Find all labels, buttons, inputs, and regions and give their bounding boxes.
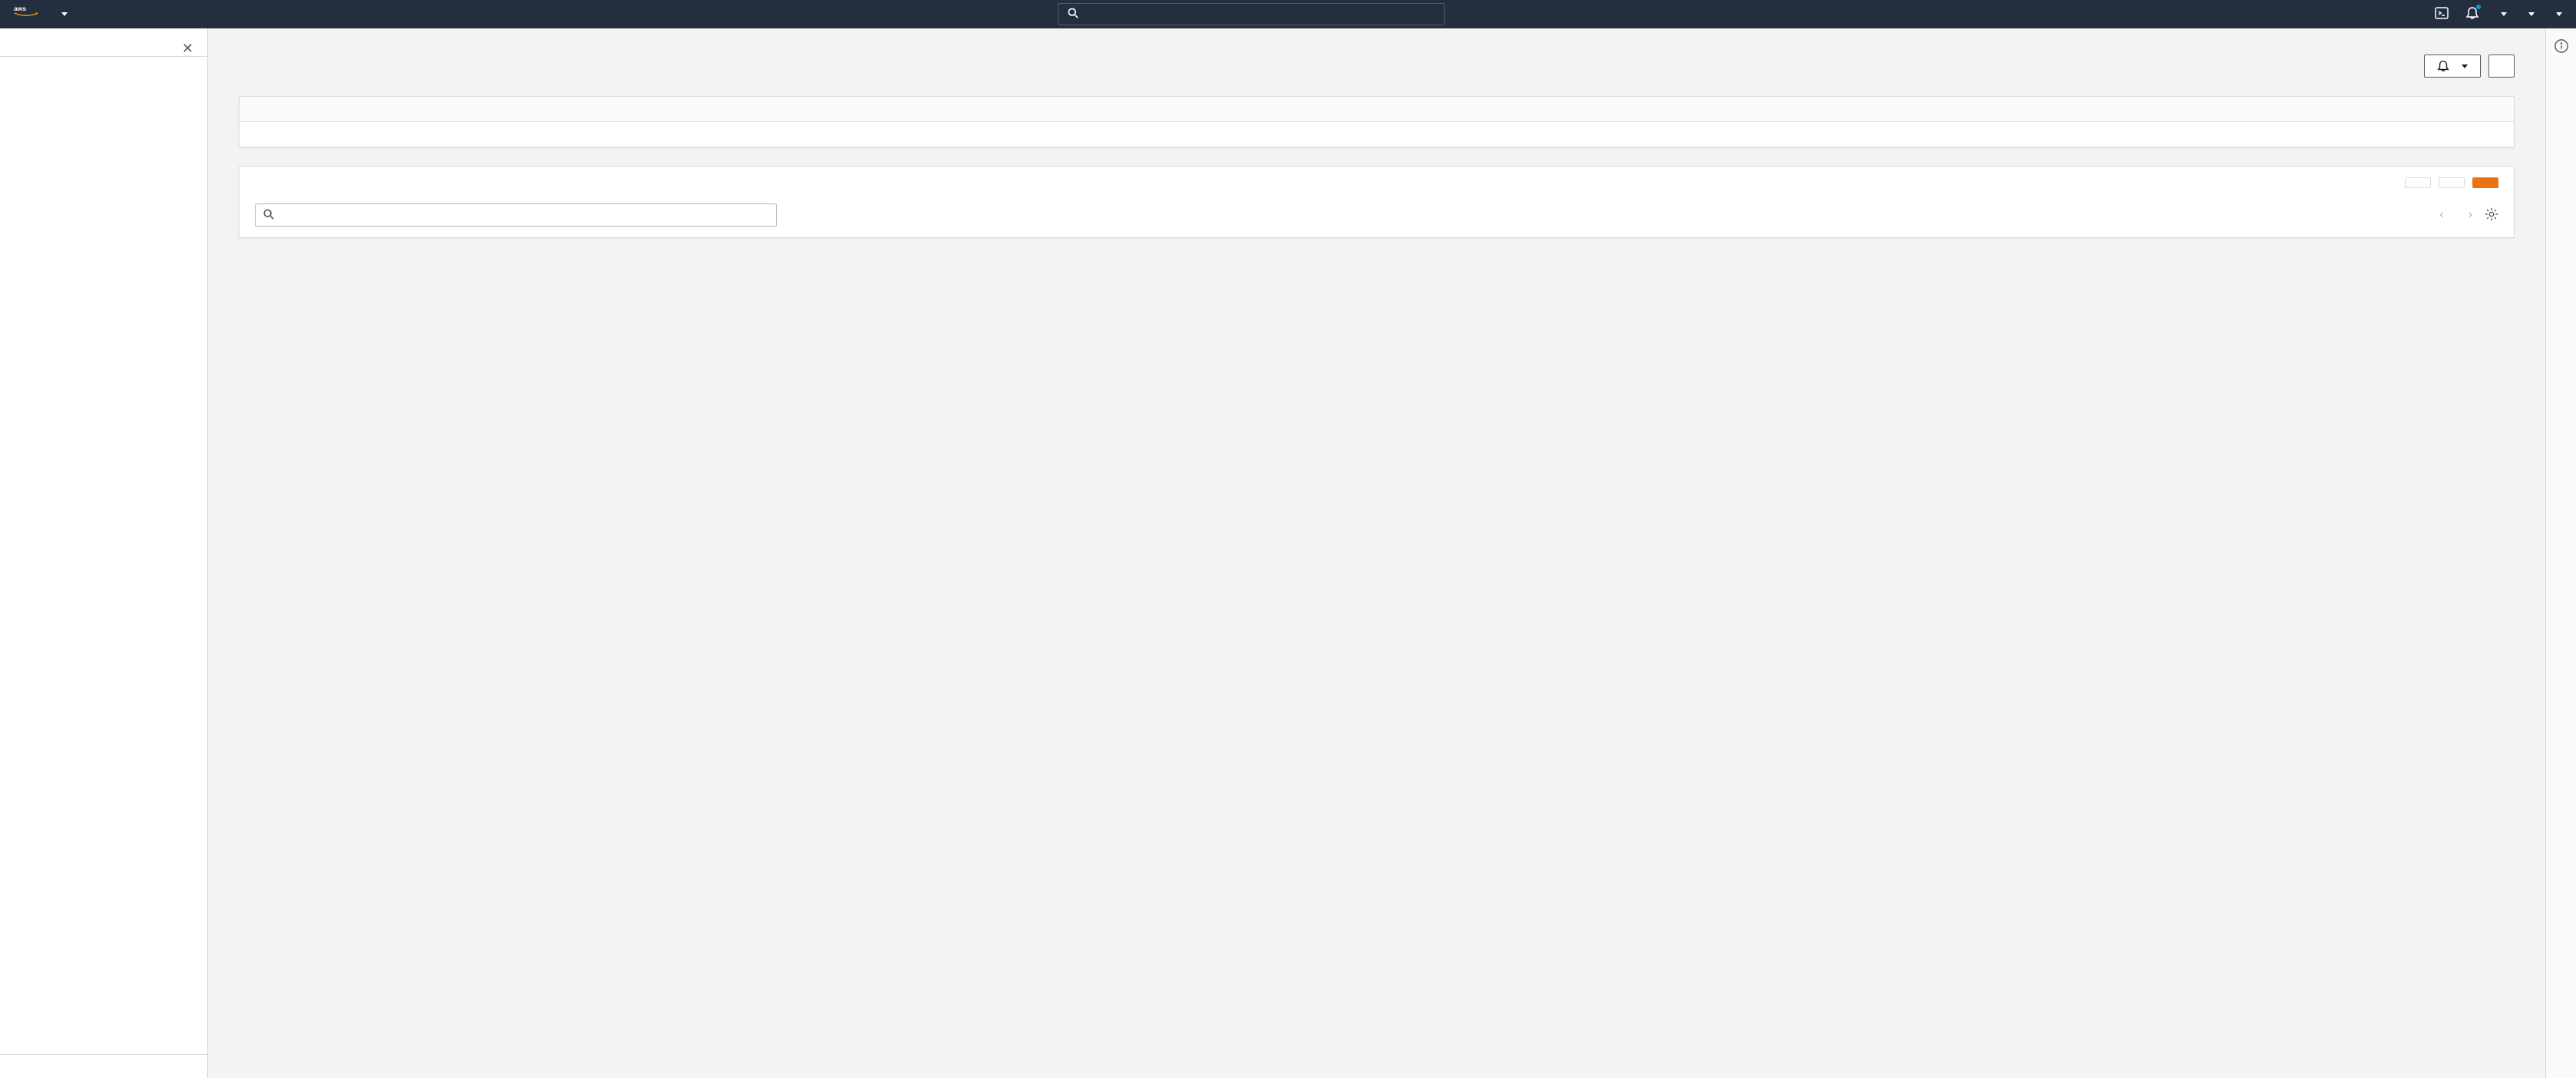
bell-icon[interactable]: [2465, 6, 2479, 22]
edit-button[interactable]: [2439, 177, 2465, 188]
search-box[interactable]: [1058, 3, 1445, 25]
support-menu[interactable]: [2551, 12, 2562, 16]
top-nav: aws: [0, 0, 2576, 28]
page-actions: [2424, 55, 2515, 78]
sidebar-header: ✕: [0, 28, 207, 57]
info-rail: [2545, 28, 2576, 1078]
filter-input[interactable]: [280, 209, 768, 221]
filter-row: ‹ ›: [239, 199, 2514, 237]
content: ‹ ›: [208, 28, 2545, 1078]
gear-icon[interactable]: [2485, 207, 2498, 223]
caret-down-icon: [2462, 64, 2468, 68]
deployment-groups-panel: ‹ ›: [239, 167, 2515, 238]
next-page-icon[interactable]: ›: [2469, 208, 2472, 222]
caret-down-icon: [2556, 12, 2562, 16]
view-details-button[interactable]: [2405, 177, 2431, 188]
svg-text:aws: aws: [14, 5, 26, 12]
prev-page-icon[interactable]: ‹: [2439, 208, 2443, 222]
caret-down-icon: [61, 12, 68, 16]
filter-input-wrap[interactable]: [255, 203, 777, 227]
pager: ‹ ›: [2439, 207, 2498, 223]
delete-application-button[interactable]: [2488, 55, 2515, 78]
notify-button[interactable]: [2424, 55, 2481, 78]
close-icon[interactable]: ✕: [182, 41, 193, 57]
info-icon[interactable]: [2555, 39, 2568, 55]
aws-logo[interactable]: aws: [14, 4, 38, 25]
search-input[interactable]: [1086, 8, 1435, 21]
notification-dot: [2476, 5, 2481, 9]
create-deployment-group-button[interactable]: [2472, 177, 2498, 188]
account-menu[interactable]: [2496, 12, 2507, 16]
sidebar: ✕: [0, 28, 208, 1078]
caret-down-icon: [2528, 12, 2535, 16]
bell-icon: [2437, 60, 2449, 72]
application-details-panel: [239, 96, 2515, 147]
cloudshell-icon[interactable]: [2435, 6, 2449, 22]
panel-heading: [239, 97, 2514, 122]
nav-tree: [0, 57, 207, 1054]
topnav-right: [2435, 6, 2562, 22]
page-header: [239, 55, 2515, 78]
search-icon: [1068, 8, 1078, 21]
services-menu[interactable]: [57, 12, 68, 16]
region-menu[interactable]: [2524, 12, 2535, 16]
sidebar-bottom: [0, 1054, 207, 1070]
dg-actions: [2405, 177, 2498, 188]
caret-down-icon: [2501, 12, 2507, 16]
search-wrap: [68, 3, 2435, 25]
dg-header: [239, 167, 2514, 199]
search-icon: [263, 209, 274, 222]
